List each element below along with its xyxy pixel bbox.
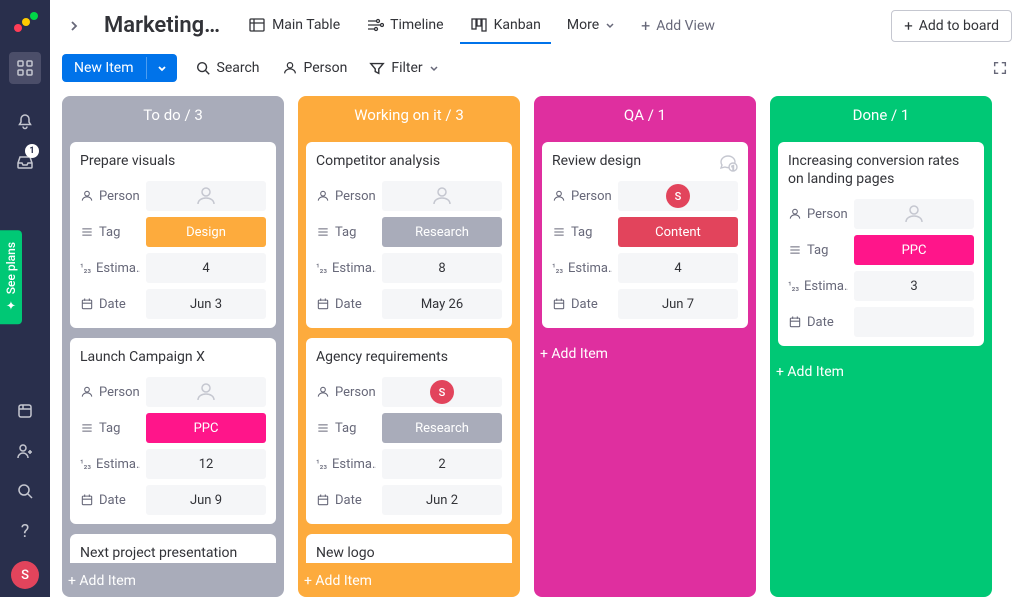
workspaces-icon[interactable] [9, 52, 41, 84]
tab-kanban-label: Kanban [494, 17, 541, 33]
tab-timeline[interactable]: Timeline [356, 8, 453, 44]
fullscreen-icon[interactable] [988, 56, 1012, 80]
kanban-card[interactable]: Increasing conversion rates on landing p… [778, 142, 984, 346]
card-person-value[interactable] [146, 377, 266, 407]
person-filter-button[interactable]: Person [278, 56, 352, 80]
add-view-label: Add View [656, 18, 715, 34]
left-nav-rail: 1 ✦See plans ? S [0, 0, 50, 597]
add-to-board-label: Add to board [919, 18, 999, 34]
filter-button[interactable]: Filter [365, 56, 442, 80]
card-estimation-value[interactable]: 4 [146, 253, 266, 283]
user-avatar[interactable]: S [11, 561, 39, 589]
card-tag-value[interactable]: Research [382, 217, 502, 247]
card-person-value[interactable]: S [382, 377, 502, 407]
kanban-card[interactable]: Review design1PersonSTagContent¹₂₃Estima… [542, 142, 748, 328]
card-title: Agency requirements [316, 348, 448, 366]
card-date-value[interactable] [854, 307, 974, 337]
card-title: Competitor analysis [316, 152, 440, 170]
monday-logo[interactable] [12, 10, 38, 36]
card-date-value[interactable]: Jun 2 [382, 485, 502, 515]
card-estimation-value[interactable]: 8 [382, 253, 502, 283]
card-estimation-value[interactable]: 12 [146, 449, 266, 479]
tab-more-label: More [567, 17, 599, 33]
inbox-badge: 1 [25, 144, 39, 158]
card-title: Next project presentation [80, 544, 266, 562]
kanban-card[interactable]: Next project presentationPersonS [70, 534, 276, 563]
card-estimation-value[interactable]: 4 [618, 253, 738, 283]
card-title: Launch Campaign X [80, 348, 205, 366]
help-icon[interactable]: ? [9, 515, 41, 547]
kanban-column-qa: QA / 1Review design1PersonSTagContent¹₂₃… [534, 96, 756, 597]
card-tag-value[interactable]: Content [618, 217, 738, 247]
tab-main-table-label: Main Table [272, 17, 340, 33]
card-tag-value[interactable]: PPC [146, 413, 266, 443]
notifications-icon[interactable] [9, 106, 41, 138]
filter-label: Filter [391, 60, 422, 76]
card-date-value[interactable]: Jun 7 [618, 289, 738, 319]
card-estimation-value[interactable]: 3 [854, 271, 974, 301]
column-header[interactable]: Working on it / 3 [298, 96, 520, 134]
card-title: Review design [552, 152, 641, 170]
kanban-column-todo: To do / 3 Prepare visualsPersonTagDesign¹… [62, 96, 284, 597]
card-date-value[interactable]: Jun 3 [146, 289, 266, 319]
card-title: Prepare visuals [80, 152, 175, 170]
board-title[interactable]: Marketing… [104, 13, 220, 38]
new-item-label: New Item [62, 54, 146, 82]
add-view-button[interactable]: + Add View [631, 8, 725, 43]
card-person-value[interactable]: S [618, 181, 738, 211]
invite-icon[interactable] [9, 435, 41, 467]
add-item-button[interactable]: + Add Item [298, 563, 520, 597]
view-tabs: Main Table Timeline Kanban More + Add Vi… [238, 8, 725, 44]
tab-kanban[interactable]: Kanban [460, 8, 551, 44]
tab-timeline-label: Timeline [390, 17, 443, 33]
kanban-card[interactable]: Prepare visualsPersonTagDesign¹₂₃Estima…… [70, 142, 276, 328]
chevron-down-icon[interactable] [146, 57, 177, 79]
add-to-board-button[interactable]: + Add to board [891, 10, 1012, 42]
search-icon[interactable] [9, 475, 41, 507]
card-person-value[interactable] [382, 181, 502, 211]
column-header[interactable]: QA / 1 [534, 96, 756, 134]
new-item-button[interactable]: New Item [62, 54, 177, 82]
add-item-button[interactable]: + Add Item [62, 563, 284, 597]
column-header[interactable]: Done / 1 [770, 96, 992, 134]
tab-main-table[interactable]: Main Table [238, 8, 350, 44]
card-tag-value[interactable]: Design [146, 217, 266, 247]
conversation-icon[interactable]: 1 [718, 152, 738, 172]
tab-more[interactable]: More [557, 9, 625, 43]
kanban-card[interactable]: New logoPerson [306, 534, 512, 563]
search-label: Search [217, 60, 260, 76]
card-estimation-value[interactable]: 2 [382, 449, 502, 479]
kanban-column-done: Done / 1 Increasing conversion rates on l… [770, 96, 992, 597]
inbox-icon[interactable]: 1 [9, 146, 41, 178]
card-tag-value[interactable]: Research [382, 413, 502, 443]
card-person-value[interactable] [146, 181, 266, 211]
card-date-value[interactable]: Jun 9 [146, 485, 266, 515]
kanban-card[interactable]: Competitor analysisPersonTagResearch¹₂₃E… [306, 142, 512, 328]
column-header[interactable]: To do / 3 [62, 96, 284, 134]
card-date-value[interactable]: May 26 [382, 289, 502, 319]
person-label: Person [304, 60, 348, 76]
card-tag-value[interactable]: PPC [854, 235, 974, 265]
collapse-sidebar-button[interactable] [62, 14, 86, 38]
kanban-column-working: Working on it / 3 Competitor analysisPers… [298, 96, 520, 597]
add-item-button[interactable]: + Add Item [770, 354, 992, 388]
search-button[interactable]: Search [191, 56, 264, 80]
my-work-icon[interactable] [9, 395, 41, 427]
card-title: Increasing conversion rates on landing p… [788, 152, 974, 188]
kanban-card[interactable]: Launch Campaign XPersonTagPPC¹₂₃Estima…1… [70, 338, 276, 524]
kanban-board: To do / 3 Prepare visualsPersonTagDesign¹… [50, 92, 1024, 597]
see-plans-button[interactable]: ✦See plans [0, 230, 22, 324]
card-title: New logo [316, 544, 502, 562]
svg-text:1: 1 [731, 165, 734, 172]
top-bar: Marketing… Main Table Timeline Kanban Mo… [50, 0, 1024, 44]
kanban-card[interactable]: Agency requirementsPersonSTagResearch¹₂₃… [306, 338, 512, 524]
add-item-button[interactable]: + Add Item [534, 336, 756, 370]
card-person-value[interactable] [854, 199, 974, 229]
board-toolbar: New Item Search Person Filter [50, 44, 1024, 92]
